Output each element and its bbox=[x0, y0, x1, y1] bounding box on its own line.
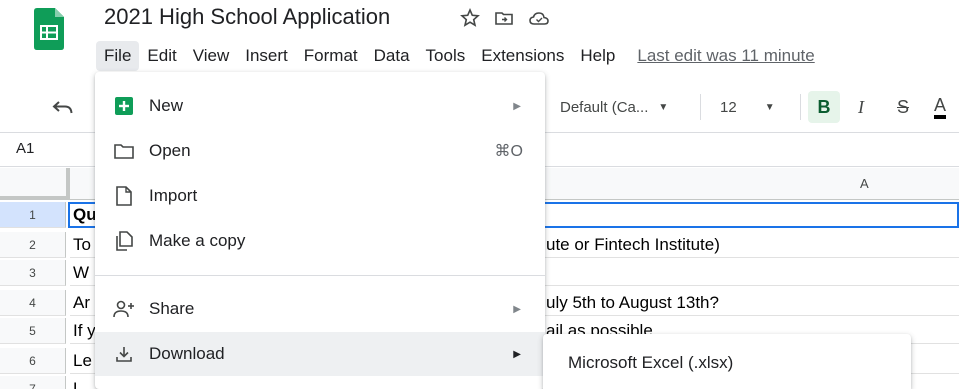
copy-icon bbox=[113, 230, 135, 252]
document-title[interactable]: 2021 High School Application bbox=[104, 4, 390, 30]
strikethrough-button[interactable]: S bbox=[897, 82, 909, 132]
row-header[interactable]: 4 bbox=[0, 290, 66, 316]
menu-divider bbox=[95, 275, 545, 276]
cell-text-left: Qu bbox=[73, 205, 97, 224]
menu-help[interactable]: Help bbox=[572, 41, 623, 71]
cell-text-right: ute or Fintech Institute) bbox=[546, 235, 720, 254]
row-header[interactable]: 3 bbox=[0, 260, 66, 286]
cloud-status-icon[interactable] bbox=[528, 8, 549, 28]
cell-text-right: uly 5th to August 13th? bbox=[546, 293, 719, 312]
file-menu-open-label: Open bbox=[149, 141, 191, 160]
font-size-value: 12 bbox=[720, 98, 737, 116]
last-edit-link[interactable]: Last edit was 11 minute bbox=[637, 46, 814, 66]
row-header[interactable]: 6 bbox=[0, 348, 66, 374]
row-header[interactable]: 7 bbox=[0, 376, 66, 389]
move-folder-icon[interactable] bbox=[494, 8, 514, 28]
star-icon[interactable] bbox=[460, 7, 480, 28]
menu-file[interactable]: File bbox=[96, 41, 140, 71]
row-header[interactable]: 5 bbox=[0, 318, 66, 344]
file-menu-make-copy-label: Make a copy bbox=[149, 231, 246, 250]
download-submenu: Microsoft Excel (.xlsx) bbox=[543, 334, 911, 389]
file-icon bbox=[113, 185, 135, 207]
name-box[interactable]: A1 bbox=[16, 140, 34, 157]
font-family-select[interactable]: Default (Ca... ▼ bbox=[560, 82, 668, 132]
cell-text-left: Le bbox=[73, 351, 92, 370]
text-color-button[interactable]: A bbox=[934, 82, 947, 132]
download-excel-option[interactable]: Microsoft Excel (.xlsx) bbox=[568, 353, 733, 373]
person-add-icon bbox=[113, 298, 135, 320]
caret-down-icon: ▼ bbox=[658, 101, 669, 113]
caret-down-icon: ▼ bbox=[764, 101, 775, 113]
cell-text-left: To bbox=[73, 235, 91, 254]
menu-edit[interactable]: Edit bbox=[139, 41, 184, 71]
submenu-arrow-icon: ▶ bbox=[513, 303, 521, 315]
file-menu-dropdown: New ▶ Open ⌘O Import Make a copy Share ▶… bbox=[95, 72, 545, 389]
menu-extensions[interactable]: Extensions bbox=[473, 41, 572, 71]
menu-view[interactable]: View bbox=[185, 41, 238, 71]
font-family-value: Default (Ca... bbox=[560, 98, 649, 116]
file-menu-new[interactable]: New ▶ bbox=[95, 84, 545, 128]
italic-button[interactable]: I bbox=[858, 82, 864, 132]
menu-insert[interactable]: Insert bbox=[237, 41, 296, 71]
file-menu-download[interactable]: Download ▶ bbox=[95, 332, 545, 376]
cell-text-left: If y bbox=[73, 321, 96, 340]
toolbar-divider bbox=[700, 94, 701, 120]
file-menu-make-copy[interactable]: Make a copy bbox=[95, 219, 545, 263]
folder-icon bbox=[113, 140, 135, 162]
cell-text-left: L bbox=[73, 379, 83, 389]
undo-icon[interactable] bbox=[52, 82, 74, 132]
font-size-select[interactable]: 12 ▼ bbox=[720, 82, 775, 132]
select-all-corner[interactable] bbox=[0, 168, 70, 200]
file-menu-import-label: Import bbox=[149, 186, 198, 205]
sheets-new-icon bbox=[113, 95, 135, 117]
file-menu-new-label: New bbox=[149, 96, 184, 115]
file-menu-share[interactable]: Share ▶ bbox=[95, 287, 545, 331]
file-menu-share-label: Share bbox=[149, 299, 195, 318]
file-menu-download-label: Download bbox=[149, 344, 225, 363]
bold-button[interactable]: B bbox=[808, 91, 840, 123]
toolbar-divider bbox=[800, 94, 801, 120]
download-icon bbox=[113, 343, 135, 365]
menu-tools[interactable]: Tools bbox=[418, 41, 474, 71]
cell-text-left: Ar bbox=[73, 293, 90, 312]
menu-data[interactable]: Data bbox=[366, 41, 418, 71]
file-menu-open[interactable]: Open ⌘O bbox=[95, 129, 545, 173]
row-header[interactable]: 1 bbox=[0, 202, 66, 228]
sheets-logo-icon[interactable] bbox=[34, 8, 64, 50]
row-header[interactable]: 2 bbox=[0, 232, 66, 258]
submenu-arrow-icon: ▶ bbox=[513, 348, 521, 360]
menu-format[interactable]: Format bbox=[296, 41, 366, 71]
file-menu-import[interactable]: Import bbox=[95, 174, 545, 218]
column-header-label: A bbox=[860, 176, 869, 191]
cell-text-left: W bbox=[73, 263, 90, 282]
file-menu-open-shortcut: ⌘O bbox=[494, 143, 523, 160]
submenu-arrow-icon: ▶ bbox=[513, 100, 521, 112]
text-color-label: A bbox=[934, 95, 947, 119]
menu-bar: File Edit View Insert Format Data Tools … bbox=[96, 40, 815, 72]
